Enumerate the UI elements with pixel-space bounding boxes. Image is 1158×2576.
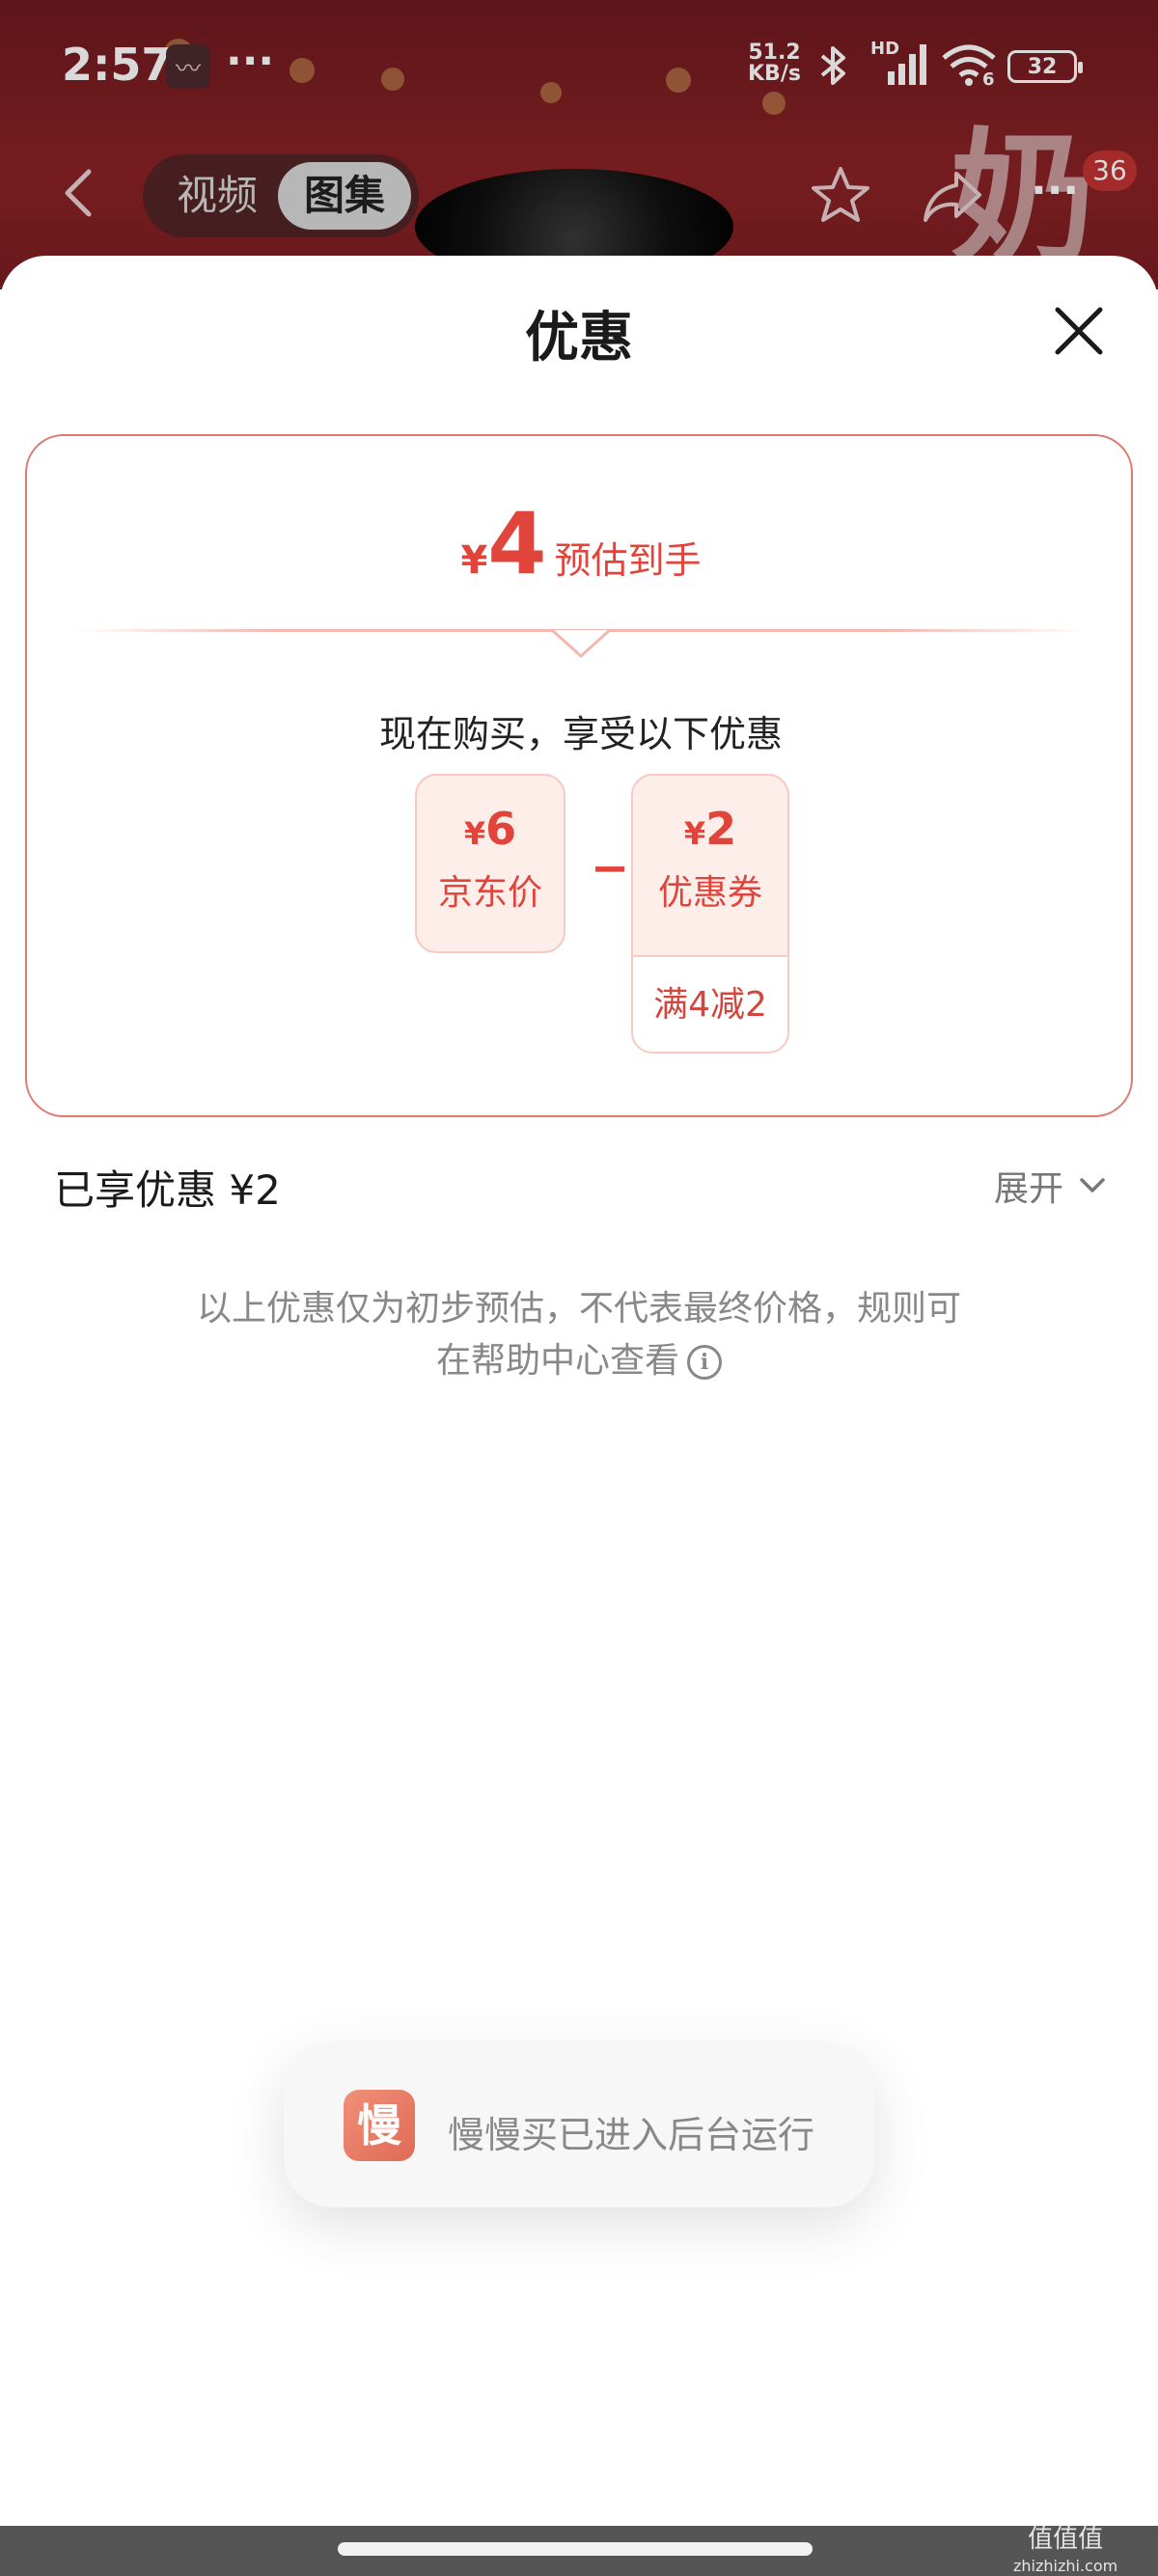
coupon-value-row: ¥2	[633, 803, 787, 855]
divider-notch-icon	[552, 629, 610, 659]
jd-price-box: ¥6 京东价	[415, 774, 565, 953]
app-logo-icon: 慢	[344, 2090, 415, 2161]
disclaimer-line-1: 以上优惠仅为初步预估，不代表最终价格，规则可	[196, 1289, 961, 1329]
sheet-title: 优惠	[525, 307, 633, 370]
expand-button[interactable]: 展开	[994, 1161, 1063, 1211]
jd-price-value: 6	[485, 803, 517, 855]
estimated-price-row: ¥4 预估到手	[27, 494, 1135, 593]
discount-sheet: 优惠 ¥4 预估到手 现在购买，享受以下优惠 ¥6 京东价 − ¥2 优惠券 满4…	[0, 256, 1158, 2576]
disclaimer: 以上优惠仅为初步预估，不代表最终价格，规则可 在帮助中心查看 i	[145, 1283, 1013, 1387]
overlay-dim	[0, 0, 1158, 289]
disclaimer-line-2-text: 在帮助中心查看	[435, 1341, 679, 1381]
enjoyed-discount: 已享优惠 ¥2	[54, 1166, 281, 1214]
buy-now-hint: 现在购买，享受以下优惠	[378, 713, 783, 755]
home-indicator[interactable]	[338, 2542, 813, 2556]
watermark-logo: 值值值	[1028, 2525, 1104, 2554]
coupon-value: 2	[705, 803, 737, 855]
toast-message: 慢慢买已进入后台运行	[448, 2114, 815, 2156]
chevron-down-icon[interactable]	[1079, 1177, 1106, 1194]
discount-card: ¥4 预估到手 现在购买，享受以下优惠 ¥6 京东价 − ¥2 优惠券 满4减2	[25, 434, 1133, 1117]
disclaimer-line-2: 在帮助中心查看 i	[145, 1335, 1013, 1387]
coupon-label: 优惠券	[657, 873, 762, 913]
jd-price-value-row: ¥6	[417, 803, 564, 855]
coupon-currency: ¥	[683, 815, 706, 852]
jd-price-label: 京东价	[437, 873, 542, 913]
coupon-condition: 满4减2	[633, 955, 787, 1052]
estimated-amount: 4	[487, 494, 547, 593]
close-icon[interactable]	[1052, 304, 1106, 358]
jd-price-currency: ¥	[463, 815, 486, 852]
minus-sign: −	[591, 841, 630, 895]
watermark-url: zhizhizhi.com	[1013, 2557, 1118, 2575]
info-icon[interactable]: i	[687, 1345, 722, 1380]
estimated-label: 预估到手	[554, 539, 702, 582]
estimated-currency: ¥	[460, 538, 488, 583]
watermark: 值值值 zhizhizhi.com	[1013, 2526, 1117, 2576]
coupon-box: ¥2 优惠券 满4减2	[631, 774, 789, 1054]
background-running-toast: 慢 慢慢买已进入后台运行	[284, 2043, 874, 2207]
